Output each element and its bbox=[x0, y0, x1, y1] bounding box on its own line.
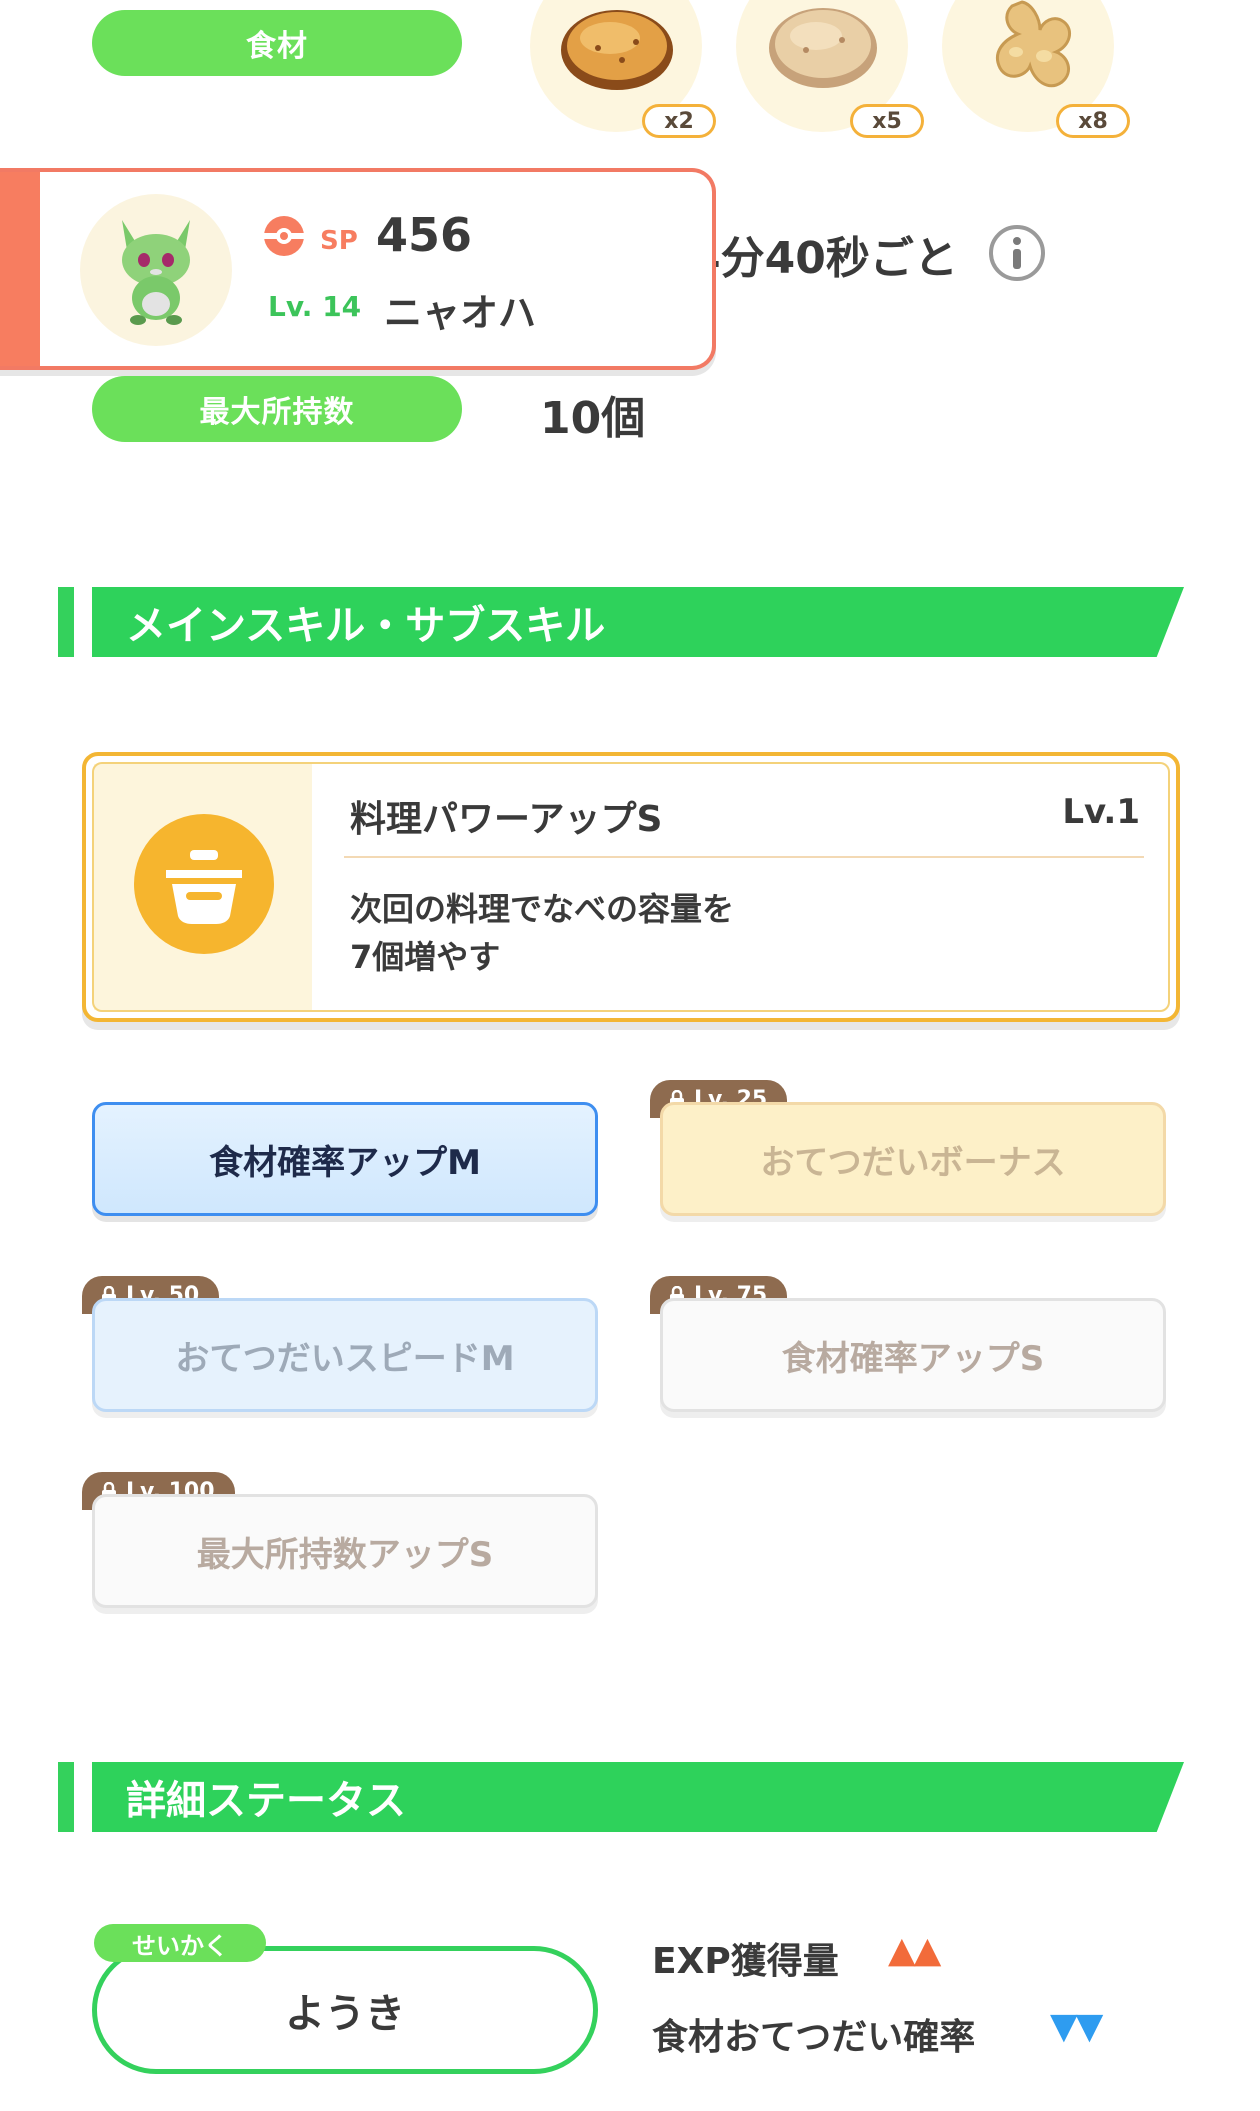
ingredient-count-3: x8 bbox=[1056, 104, 1130, 138]
main-skill-icon-panel bbox=[94, 764, 312, 1010]
nature-tag: せいかく bbox=[94, 1924, 266, 1962]
ginger-icon bbox=[995, 0, 1072, 88]
main-skill-name: 料理パワーアップS bbox=[350, 799, 663, 840]
ingredient-count-2: x5 bbox=[850, 104, 924, 138]
max-carry-value: 10個 bbox=[540, 393, 646, 444]
pot-icon bbox=[134, 814, 274, 954]
pokemon-profile-card[interactable]: SP 456 Lv. 14 ニャオハ bbox=[0, 168, 716, 370]
avatar bbox=[80, 194, 232, 346]
potato-icon bbox=[769, 8, 877, 88]
skills-section-header: メインスキル・サブスキル bbox=[92, 587, 1184, 657]
profile-accent-bar bbox=[0, 172, 40, 366]
effect-down-label: 食材おてつだい確率 bbox=[652, 2017, 976, 2058]
sub-skill-3[interactable]: おてつだいスピードM bbox=[92, 1298, 598, 1412]
sprigatito-icon bbox=[122, 220, 190, 325]
effect-down-arrows: ▼▼ bbox=[1050, 2006, 1103, 2047]
sp-value: 456 bbox=[376, 208, 473, 262]
main-skill-level: Lv.1 bbox=[1062, 792, 1140, 832]
potato-icon bbox=[561, 10, 673, 90]
section-marker bbox=[58, 587, 74, 657]
section-marker bbox=[58, 1762, 74, 1832]
sub-skill-2[interactable]: おてつだいボーナス bbox=[660, 1102, 1166, 1216]
sp-label: SP bbox=[320, 226, 358, 256]
main-skill-card[interactable]: 料理パワーアップS Lv.1 次回の料理でなべの容量を 7個増やす bbox=[82, 752, 1180, 1022]
sub-skill-5[interactable]: 最大所持数アップS bbox=[92, 1494, 598, 1608]
status-section-header: 詳細ステータス bbox=[92, 1762, 1184, 1832]
main-skill-description-1: 次回の料理でなべの容量を bbox=[350, 890, 735, 928]
ingredient-count-1: x2 bbox=[642, 104, 716, 138]
max-carry-label: 最大所持数 bbox=[92, 376, 462, 442]
effect-up-arrows: ▲▲ bbox=[888, 1930, 941, 1971]
nature-value[interactable]: ようき bbox=[92, 1946, 598, 2074]
level-label: Lv. 14 bbox=[268, 290, 362, 323]
main-skill-description-2: 7個増やす bbox=[350, 938, 501, 976]
effect-up-label: EXP獲得量 bbox=[652, 1941, 839, 1982]
sub-skill-4[interactable]: 食材確率アップS bbox=[660, 1298, 1166, 1412]
pokemon-name: ニャオハ bbox=[384, 291, 537, 335]
main-skill-divider bbox=[344, 856, 1144, 858]
info-icon[interactable] bbox=[988, 224, 1046, 282]
pokeball-icon bbox=[264, 216, 304, 256]
ingredients-label: 食材 bbox=[92, 10, 462, 76]
sub-skill-1[interactable]: 食材確率アップM bbox=[92, 1102, 598, 1216]
help-interval-text: 4分40秒ごと bbox=[690, 233, 958, 284]
